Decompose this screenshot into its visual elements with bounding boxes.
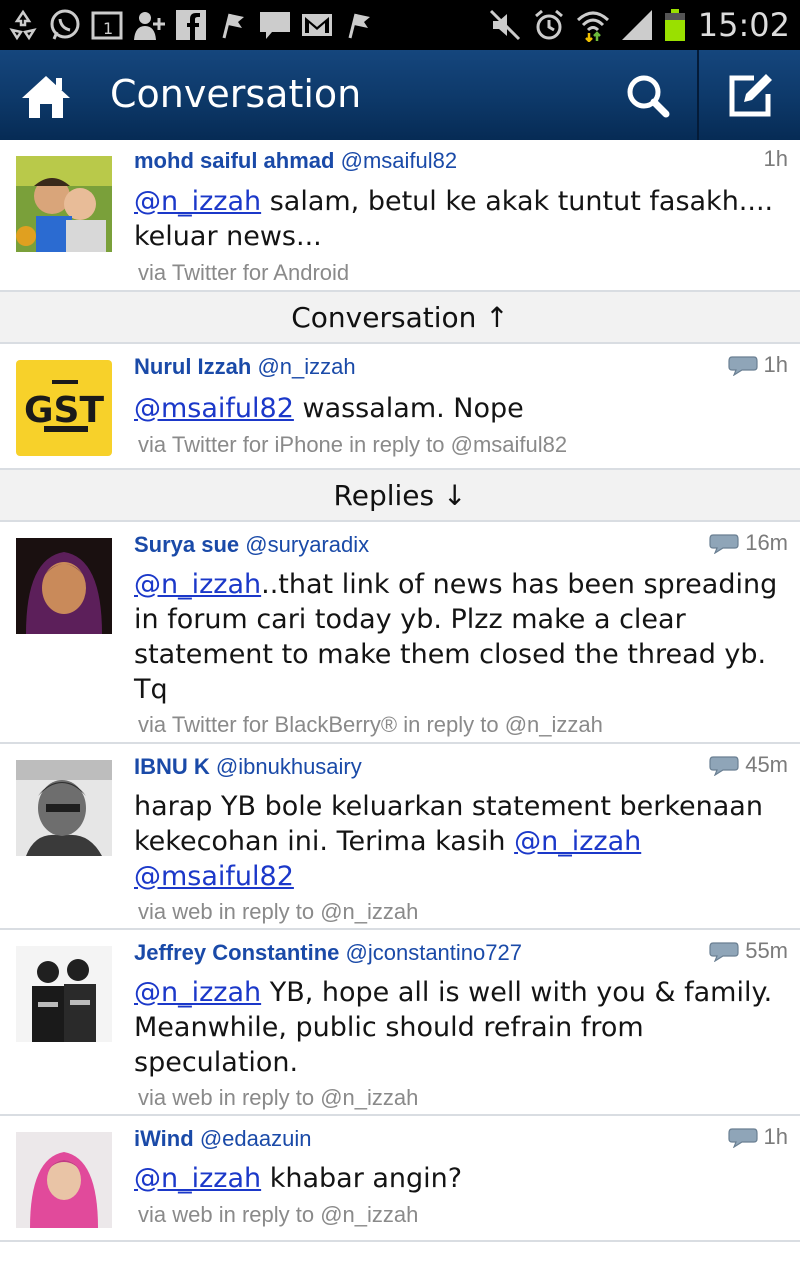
tweet-author[interactable]: Jeffrey Constantine @jconstantino727 bbox=[134, 940, 522, 966]
gmail-icon bbox=[302, 14, 332, 36]
page-title: Conversation bbox=[110, 72, 362, 116]
compose-icon[interactable] bbox=[714, 64, 786, 128]
reply-bubble-icon bbox=[709, 534, 739, 554]
svg-text:1: 1 bbox=[103, 19, 113, 38]
add-contact-icon bbox=[134, 12, 165, 40]
avatar[interactable]: GST bbox=[16, 360, 112, 456]
author-handle[interactable]: @msaiful82 bbox=[341, 148, 458, 173]
time-label: 45m bbox=[745, 752, 788, 777]
mention-link[interactable]: @n_izzah bbox=[134, 186, 261, 217]
reply-bubble-icon bbox=[727, 1128, 758, 1148]
svg-text:GST: GST bbox=[24, 390, 104, 431]
tweet-time: 55m bbox=[709, 938, 788, 964]
author-handle[interactable]: @jconstantino727 bbox=[346, 940, 522, 965]
author-handle[interactable]: @ibnukhusairy bbox=[216, 754, 362, 779]
action-bar: Conversation bbox=[0, 50, 800, 140]
tweet-time: 1h bbox=[727, 352, 788, 378]
wifi-icon bbox=[576, 11, 609, 42]
time-label: 55m bbox=[745, 938, 788, 963]
action-bar-divider bbox=[697, 50, 699, 140]
tweet-item[interactable]: iWind @edaazuin 1h @n_izzah khabar angin… bbox=[0, 1116, 800, 1242]
tweet-source: via Twitter for iPhone in reply to @msai… bbox=[138, 432, 568, 457]
section-header-conversation: Conversation ↑ bbox=[0, 292, 800, 344]
facebook-icon bbox=[176, 10, 206, 40]
reply-bubble-icon bbox=[727, 356, 758, 376]
system-icons: 15:02 bbox=[488, 6, 790, 44]
avatar[interactable] bbox=[16, 156, 112, 252]
calendar-icon: 1 bbox=[91, 11, 123, 40]
tweet-author[interactable]: Surya sue @suryaradix bbox=[134, 532, 369, 558]
search-icon[interactable] bbox=[612, 64, 686, 128]
tweet-time: 45m bbox=[709, 752, 788, 778]
tweet-item[interactable]: IBNU K @ibnukhusairy 45m harap YB bole k… bbox=[0, 744, 800, 930]
time-label: 1h bbox=[763, 1124, 788, 1149]
time-label: 16m bbox=[745, 530, 788, 555]
avatar[interactable] bbox=[16, 538, 112, 634]
tweet-text-content: harap YB bole keluarkan statement berken… bbox=[134, 791, 763, 857]
tweet-text-content: khabar angin? bbox=[269, 1163, 463, 1194]
avatar[interactable] bbox=[16, 1132, 112, 1228]
tweet-text: harap YB bole keluarkan statement berken… bbox=[134, 789, 786, 894]
tweet-text: @n_izzah khabar angin? bbox=[134, 1161, 786, 1196]
status-bar: 1 15:02 bbox=[0, 0, 800, 50]
flag-icon bbox=[222, 13, 244, 39]
mention-link[interactable]: @msaiful82 bbox=[134, 393, 294, 424]
author-name[interactable]: Surya sue bbox=[134, 532, 239, 557]
tweet-item[interactable]: mohd saiful ahmad @msaiful82 1h @n_izzah… bbox=[0, 140, 800, 292]
flag-icon-2 bbox=[348, 13, 370, 39]
tweet-item[interactable]: GST Nurul Izzah @n_izzah 1h @msaiful82 w… bbox=[0, 344, 800, 470]
whatsapp-icon bbox=[50, 9, 80, 40]
time-label: 1h bbox=[763, 146, 788, 171]
reply-bubble-icon bbox=[709, 942, 739, 962]
tweet-author[interactable]: IBNU K @ibnukhusairy bbox=[134, 754, 362, 780]
tweet-source: via Twitter for BlackBerry® in reply to … bbox=[138, 712, 603, 737]
mention-link[interactable]: @n_izzah bbox=[134, 569, 261, 600]
author-name[interactable]: Nurul Izzah bbox=[134, 354, 251, 379]
tweet-item[interactable]: Jeffrey Constantine @jconstantino727 55m… bbox=[0, 930, 800, 1116]
tweet-text-content: wassalam. Nope bbox=[302, 393, 524, 424]
clock: 15:02 bbox=[697, 6, 790, 44]
tweet-text: @msaiful82 wassalam. Nope bbox=[134, 391, 786, 426]
home-icon[interactable] bbox=[16, 68, 76, 124]
tweet-author[interactable]: mohd saiful ahmad @msaiful82 bbox=[134, 148, 457, 174]
tweet-text: @n_izzah YB, hope all is well with you &… bbox=[134, 975, 786, 1080]
mention-link-2[interactable]: @msaiful82 bbox=[134, 861, 294, 892]
avatar[interactable] bbox=[16, 760, 112, 856]
battery-icon bbox=[664, 9, 685, 41]
alarm-icon bbox=[534, 9, 563, 40]
tweet-source: via web in reply to @n_izzah bbox=[138, 899, 419, 924]
time-label: 1h bbox=[763, 352, 788, 377]
author-handle[interactable]: @edaazuin bbox=[200, 1126, 312, 1151]
author-name[interactable]: IBNU K bbox=[134, 754, 210, 779]
reply-bubble-icon bbox=[709, 756, 739, 776]
avatar[interactable] bbox=[16, 946, 112, 1042]
tweet-author[interactable]: iWind @edaazuin bbox=[134, 1126, 311, 1152]
tweet-source: via web in reply to @n_izzah bbox=[138, 1202, 419, 1227]
tweet-source: via web in reply to @n_izzah bbox=[138, 1085, 419, 1110]
section-header-replies: Replies ↓ bbox=[0, 470, 800, 522]
notification-icons: 1 bbox=[6, 6, 376, 44]
recycle-icon bbox=[9, 9, 37, 41]
tweet-text: @n_izzah salam, betul ke akak tuntut fas… bbox=[134, 184, 786, 254]
author-name[interactable]: mohd saiful ahmad bbox=[134, 148, 334, 173]
mention-link[interactable]: @n_izzah bbox=[514, 826, 641, 857]
tweet-list: mohd saiful ahmad @msaiful82 1h @n_izzah… bbox=[0, 140, 800, 1242]
tweet-time: 1h bbox=[764, 146, 788, 172]
author-handle[interactable]: @n_izzah bbox=[257, 354, 355, 379]
author-name[interactable]: Jeffrey Constantine bbox=[134, 940, 339, 965]
tweet-time: 16m bbox=[709, 530, 788, 556]
message-icon bbox=[260, 12, 290, 39]
tweet-source: via Twitter for Android bbox=[138, 260, 350, 285]
author-name[interactable]: iWind bbox=[134, 1126, 194, 1151]
tweet-author[interactable]: Nurul Izzah @n_izzah bbox=[134, 354, 356, 380]
mute-icon bbox=[489, 9, 520, 41]
tweet-text: @n_izzah..that link of news has been spr… bbox=[134, 567, 786, 707]
mention-link[interactable]: @n_izzah bbox=[134, 1163, 261, 1194]
signal-icon bbox=[621, 10, 652, 40]
tweet-time: 1h bbox=[727, 1124, 788, 1150]
author-handle[interactable]: @suryaradix bbox=[245, 532, 369, 557]
mention-link[interactable]: @n_izzah bbox=[134, 977, 261, 1008]
tweet-item[interactable]: Surya sue @suryaradix 16m @n_izzah..that… bbox=[0, 522, 800, 744]
